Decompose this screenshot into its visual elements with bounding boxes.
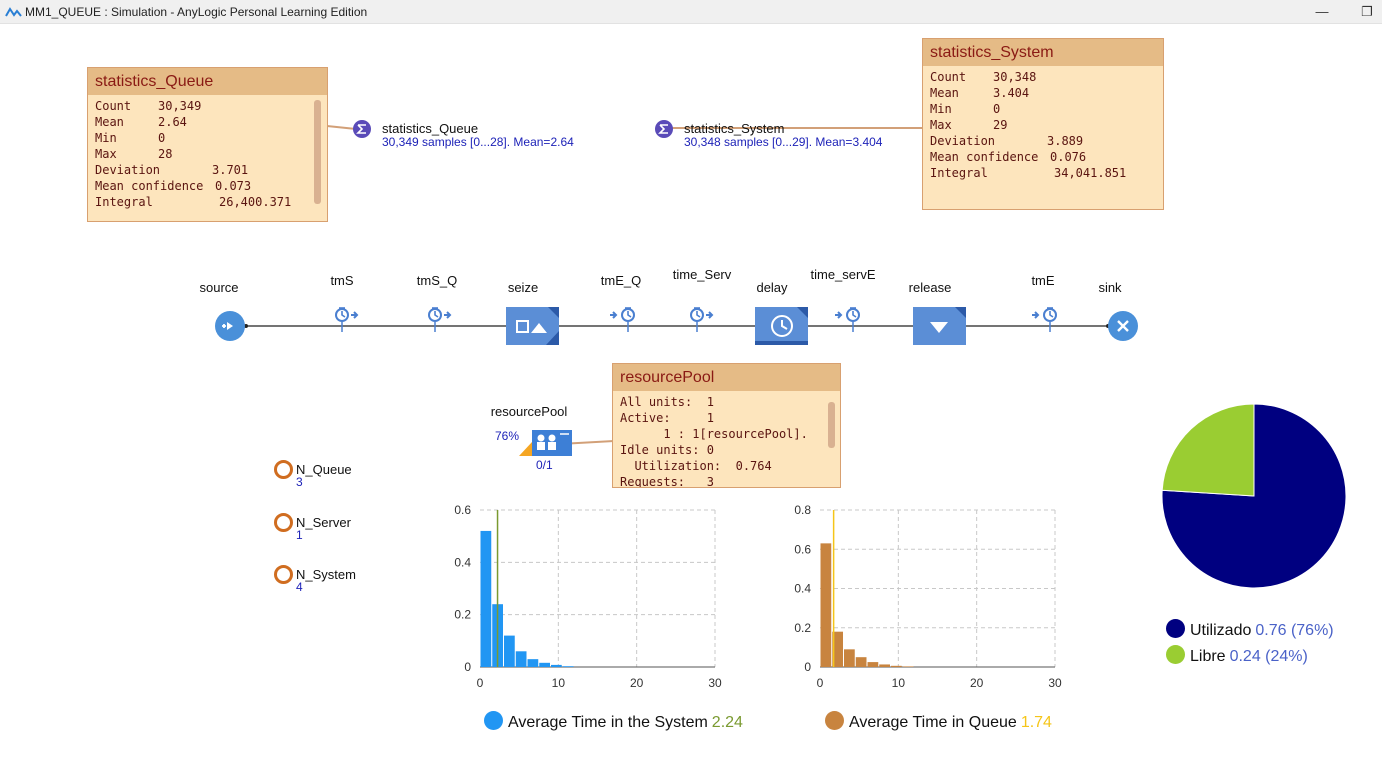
delay-label: delay — [756, 280, 788, 295]
tmS-label: tmS — [330, 273, 354, 288]
legend-utilizado-label: Utilizado — [1190, 622, 1252, 639]
resource-pool-line: Idle units: 0 — [620, 443, 714, 457]
variable-value: 1 — [296, 528, 303, 542]
time_servE-label: time_servE — [810, 267, 876, 282]
x-tick-label: 20 — [970, 676, 984, 690]
x-tick-label: 0 — [817, 676, 824, 690]
tmE-label: tmE — [1031, 273, 1055, 288]
y-tick-label: 0.2 — [454, 608, 471, 622]
histogram-queue-chart: 0 0.2 0.4 0.6 0.8 0 10 20 30 — [794, 503, 1062, 690]
x-tick-label: 0 — [477, 676, 484, 690]
legend-system: Average Time in the System 2.24 — [484, 711, 743, 732]
resource-pool-line: All units: 1 — [620, 395, 714, 409]
source-label: source — [199, 280, 239, 295]
histogram-bar — [515, 651, 527, 667]
release-label: release — [908, 280, 952, 295]
source-icon[interactable] — [214, 310, 246, 342]
time-measure-end-icon[interactable] — [608, 305, 640, 333]
y-tick-label: 0.6 — [454, 503, 471, 517]
x-tick-label: 10 — [552, 676, 566, 690]
histogram-bar — [551, 664, 562, 667]
variable-icon[interactable] — [274, 565, 293, 584]
histogram-bar — [855, 657, 867, 667]
variable-name: N_System — [296, 567, 356, 582]
histogram-bar — [891, 665, 902, 667]
time-measure-start-icon[interactable] — [425, 305, 457, 333]
resource-pool-line: Requests: 3 — [620, 475, 714, 488]
x-tick-label: 30 — [708, 676, 722, 690]
legend-utilizado-dot — [1166, 619, 1185, 638]
time-measure-end-icon[interactable] — [833, 305, 865, 333]
delay-clock-icon[interactable] — [755, 307, 809, 346]
legend-queue-value: 1.74 — [1020, 714, 1052, 731]
histogram-bar — [562, 666, 574, 667]
variable-name: N_Queue — [296, 462, 352, 477]
resource-pool-box-body: All units: 1 Active: 1 1 : 1[resourcePool… — [613, 391, 840, 488]
tmE_Q-label: tmE_Q — [600, 273, 642, 288]
legend-utilizado-value: 0.76 (76%) — [1255, 622, 1334, 639]
y-tick-label: 0.2 — [794, 621, 811, 635]
legend-libre-value: 0.24 (24%) — [1229, 648, 1308, 665]
release-icon[interactable] — [913, 307, 967, 346]
y-tick-label: 0 — [804, 660, 811, 674]
legend-system-dot — [484, 711, 503, 730]
tmS_Q-label: tmS_Q — [416, 273, 458, 288]
legend-system-value: 2.24 — [711, 714, 743, 731]
y-tick-label: 0.4 — [794, 582, 811, 596]
scrollbar-thumb[interactable] — [828, 402, 835, 448]
resource-pool-utilization: 76% — [495, 429, 520, 443]
variable-icon[interactable] — [274, 513, 293, 532]
y-tick-label: 0.4 — [454, 555, 471, 569]
legend-queue-label: Average Time in Queue — [849, 714, 1017, 731]
variable-value: 4 — [296, 580, 303, 594]
seize-label: seize — [507, 280, 539, 295]
variable-icon[interactable] — [274, 460, 293, 479]
histogram-bar — [539, 662, 550, 667]
histogram-bar — [867, 662, 879, 667]
histogram-bar — [879, 664, 890, 667]
y-tick-label: 0.6 — [794, 542, 811, 556]
histogram-bar — [527, 659, 539, 667]
time-measure-end-icon[interactable] — [1030, 305, 1062, 333]
histogram-bar — [902, 666, 914, 667]
legend-utilizado: Utilizado 0.76 (76%) — [1166, 619, 1334, 640]
x-tick-label: 20 — [630, 676, 644, 690]
histogram-bar — [480, 530, 492, 667]
y-tick-label: 0.8 — [794, 503, 811, 517]
resource-pool-line: Active: 1 — [620, 411, 714, 425]
histogram-system-chart: 0 0.2 0.4 0.6 0 10 20 30 — [454, 503, 722, 690]
histogram-bar — [504, 635, 515, 667]
time-measure-start-icon[interactable] — [687, 305, 719, 333]
legend-queue: Average Time in Queue 1.74 — [825, 711, 1052, 732]
variable-name: N_Server — [296, 515, 351, 530]
x-tick-label: 10 — [892, 676, 906, 690]
resource-pool-line: 1 : 1[resourcePool]. — [620, 427, 808, 441]
sink-icon[interactable] — [1107, 310, 1139, 342]
resource-pool-line: Utilization: 0.764 — [620, 459, 772, 473]
time_Serv-label: time_Serv — [672, 267, 732, 282]
seize-icon[interactable] — [506, 307, 560, 346]
variable-value: 3 — [296, 475, 303, 489]
resource-pool-icon[interactable] — [519, 430, 573, 458]
legend-libre: Libre 0.24 (24%) — [1166, 645, 1308, 666]
resource-pool-units: 0/1 — [536, 458, 553, 472]
histogram-bar — [820, 543, 832, 667]
legend-libre-label: Libre — [1190, 648, 1226, 665]
pie-chart — [1161, 403, 1347, 589]
legend-queue-dot — [825, 711, 844, 730]
sink-label: sink — [1098, 280, 1122, 295]
resource-pool-box[interactable]: resourcePool All units: 1 Active: 1 1 : 1… — [612, 363, 841, 488]
pie-slice-libre — [1161, 403, 1255, 497]
x-tick-label: 30 — [1048, 676, 1062, 690]
y-tick-label: 0 — [464, 660, 471, 674]
time-measure-start-icon[interactable] — [332, 305, 364, 333]
resource-pool-box-title: resourcePool — [613, 364, 840, 391]
histogram-bar — [844, 649, 855, 667]
legend-libre-dot — [1166, 645, 1185, 664]
legend-system-label: Average Time in the System — [508, 714, 708, 731]
resource-pool-label: resourcePool — [490, 404, 568, 419]
